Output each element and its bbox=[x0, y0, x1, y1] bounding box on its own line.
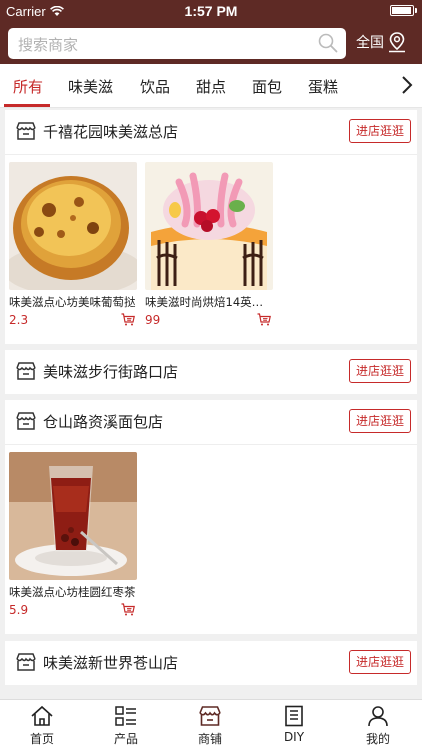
product-price: 5.9 bbox=[9, 603, 29, 617]
list-icon bbox=[115, 706, 136, 726]
top-bar: Carrier 1:57 PM 搜索商家 全国 bbox=[0, 0, 422, 64]
tab-desserts[interactable]: 甜点 bbox=[196, 76, 226, 97]
search-icon[interactable] bbox=[318, 33, 338, 53]
cart-icon[interactable] bbox=[121, 603, 135, 616]
product-name: 味美滋点心坊桂圆红枣茶 bbox=[9, 585, 136, 599]
shop-icon bbox=[16, 653, 36, 671]
product-price: 99 bbox=[145, 313, 161, 327]
nav-profile[interactable]: 我的 bbox=[336, 700, 420, 750]
product-card[interactable]: 味美滋点心坊美味葡萄挞 2.3 bbox=[9, 162, 137, 327]
tab-weimeizi[interactable]: 味美滋 bbox=[68, 76, 113, 97]
status-bar: Carrier 1:57 PM bbox=[0, 0, 422, 22]
nav-home[interactable]: 首页 bbox=[0, 700, 84, 750]
tab-bread[interactable]: 面包 bbox=[252, 76, 282, 97]
product-image-egg-tart[interactable] bbox=[9, 162, 137, 290]
store-name: 仓山路资溪面包店 bbox=[43, 413, 164, 431]
region-selector[interactable]: 全国 bbox=[356, 31, 407, 53]
store-card: 仓山路资溪面包店 进店逛逛 味美滋点心坊桂圆红枣茶 5.9 bbox=[5, 400, 417, 634]
store-header[interactable]: 美味滋步行街路口店 进店逛逛 bbox=[5, 350, 417, 394]
nav-label: DIY bbox=[283, 730, 305, 744]
product-card[interactable]: 味美滋点心坊桂圆红枣茶 5.9 bbox=[9, 452, 137, 617]
store-header[interactable]: 千禧花园味美滋总店 进店逛逛 bbox=[5, 110, 417, 154]
store-name: 味美滋新世界苍山店 bbox=[43, 654, 179, 672]
tab-cake[interactable]: 蛋糕 bbox=[308, 76, 338, 97]
nav-label: 首页 bbox=[29, 732, 54, 746]
tab-drinks[interactable]: 饮品 bbox=[140, 76, 170, 97]
product-card[interactable]: 味美滋时尚烘焙14英寸水果蛋糕 99 bbox=[145, 162, 273, 327]
store-card: 味美滋新世界苍山店 进店逛逛 bbox=[5, 641, 417, 685]
tab-all[interactable]: 所有 bbox=[13, 76, 43, 97]
home-icon bbox=[31, 705, 53, 726]
user-icon bbox=[368, 706, 388, 727]
status-time: 1:57 PM bbox=[184, 3, 238, 19]
store-card: 千禧花园味美滋总店 进店逛逛 味美滋点心坊美味葡萄挞 2.3 味美滋时尚烘焙14… bbox=[5, 110, 417, 344]
region-label: 全国 bbox=[356, 35, 384, 51]
enter-store-button[interactable]: 进店逛逛 bbox=[349, 409, 411, 433]
product-name: 味美滋时尚烘焙14英寸水果蛋糕 bbox=[145, 295, 273, 309]
nav-products[interactable]: 产品 bbox=[84, 700, 168, 750]
category-tabs: 所有 味美滋 饮品 甜点 面包 蛋糕 bbox=[0, 64, 422, 108]
nav-label: 商铺 bbox=[197, 732, 222, 746]
bottom-nav: 首页 产品 商铺 DIY 我的 bbox=[0, 699, 422, 750]
nav-label: 产品 bbox=[113, 732, 138, 746]
enter-store-button[interactable]: 进店逛逛 bbox=[349, 119, 411, 143]
store-name: 美味滋步行街路口店 bbox=[43, 363, 179, 381]
location-icon bbox=[389, 32, 405, 53]
shop-icon bbox=[16, 122, 36, 140]
product-name: 味美滋点心坊美味葡萄挞 bbox=[9, 295, 136, 309]
cart-icon[interactable] bbox=[121, 313, 135, 326]
chevron-right-icon[interactable] bbox=[400, 74, 414, 96]
cart-icon[interactable] bbox=[257, 313, 271, 326]
nav-diy[interactable]: DIY bbox=[252, 700, 336, 750]
store-header[interactable]: 仓山路资溪面包店 进店逛逛 bbox=[5, 400, 417, 444]
nav-label: 我的 bbox=[365, 732, 390, 746]
store-name: 千禧花园味美滋总店 bbox=[43, 123, 179, 141]
search-placeholder: 搜索商家 bbox=[18, 36, 79, 54]
shop-icon bbox=[16, 412, 36, 430]
shop-icon bbox=[16, 362, 36, 380]
product-image-fruit-cake[interactable] bbox=[145, 162, 273, 290]
shop-icon bbox=[199, 706, 221, 726]
active-tab-indicator bbox=[4, 104, 50, 107]
search-input[interactable]: 搜索商家 bbox=[8, 28, 346, 59]
document-icon bbox=[285, 705, 303, 727]
store-card: 美味滋步行街路口店 进店逛逛 bbox=[5, 350, 417, 394]
product-image-red-tea[interactable] bbox=[9, 452, 137, 580]
enter-store-button[interactable]: 进店逛逛 bbox=[349, 650, 411, 674]
battery-icon bbox=[390, 5, 414, 16]
store-header[interactable]: 味美滋新世界苍山店 进店逛逛 bbox=[5, 641, 417, 685]
enter-store-button[interactable]: 进店逛逛 bbox=[349, 359, 411, 383]
product-price: 2.3 bbox=[9, 313, 29, 327]
nav-shops[interactable]: 商铺 bbox=[168, 700, 252, 750]
